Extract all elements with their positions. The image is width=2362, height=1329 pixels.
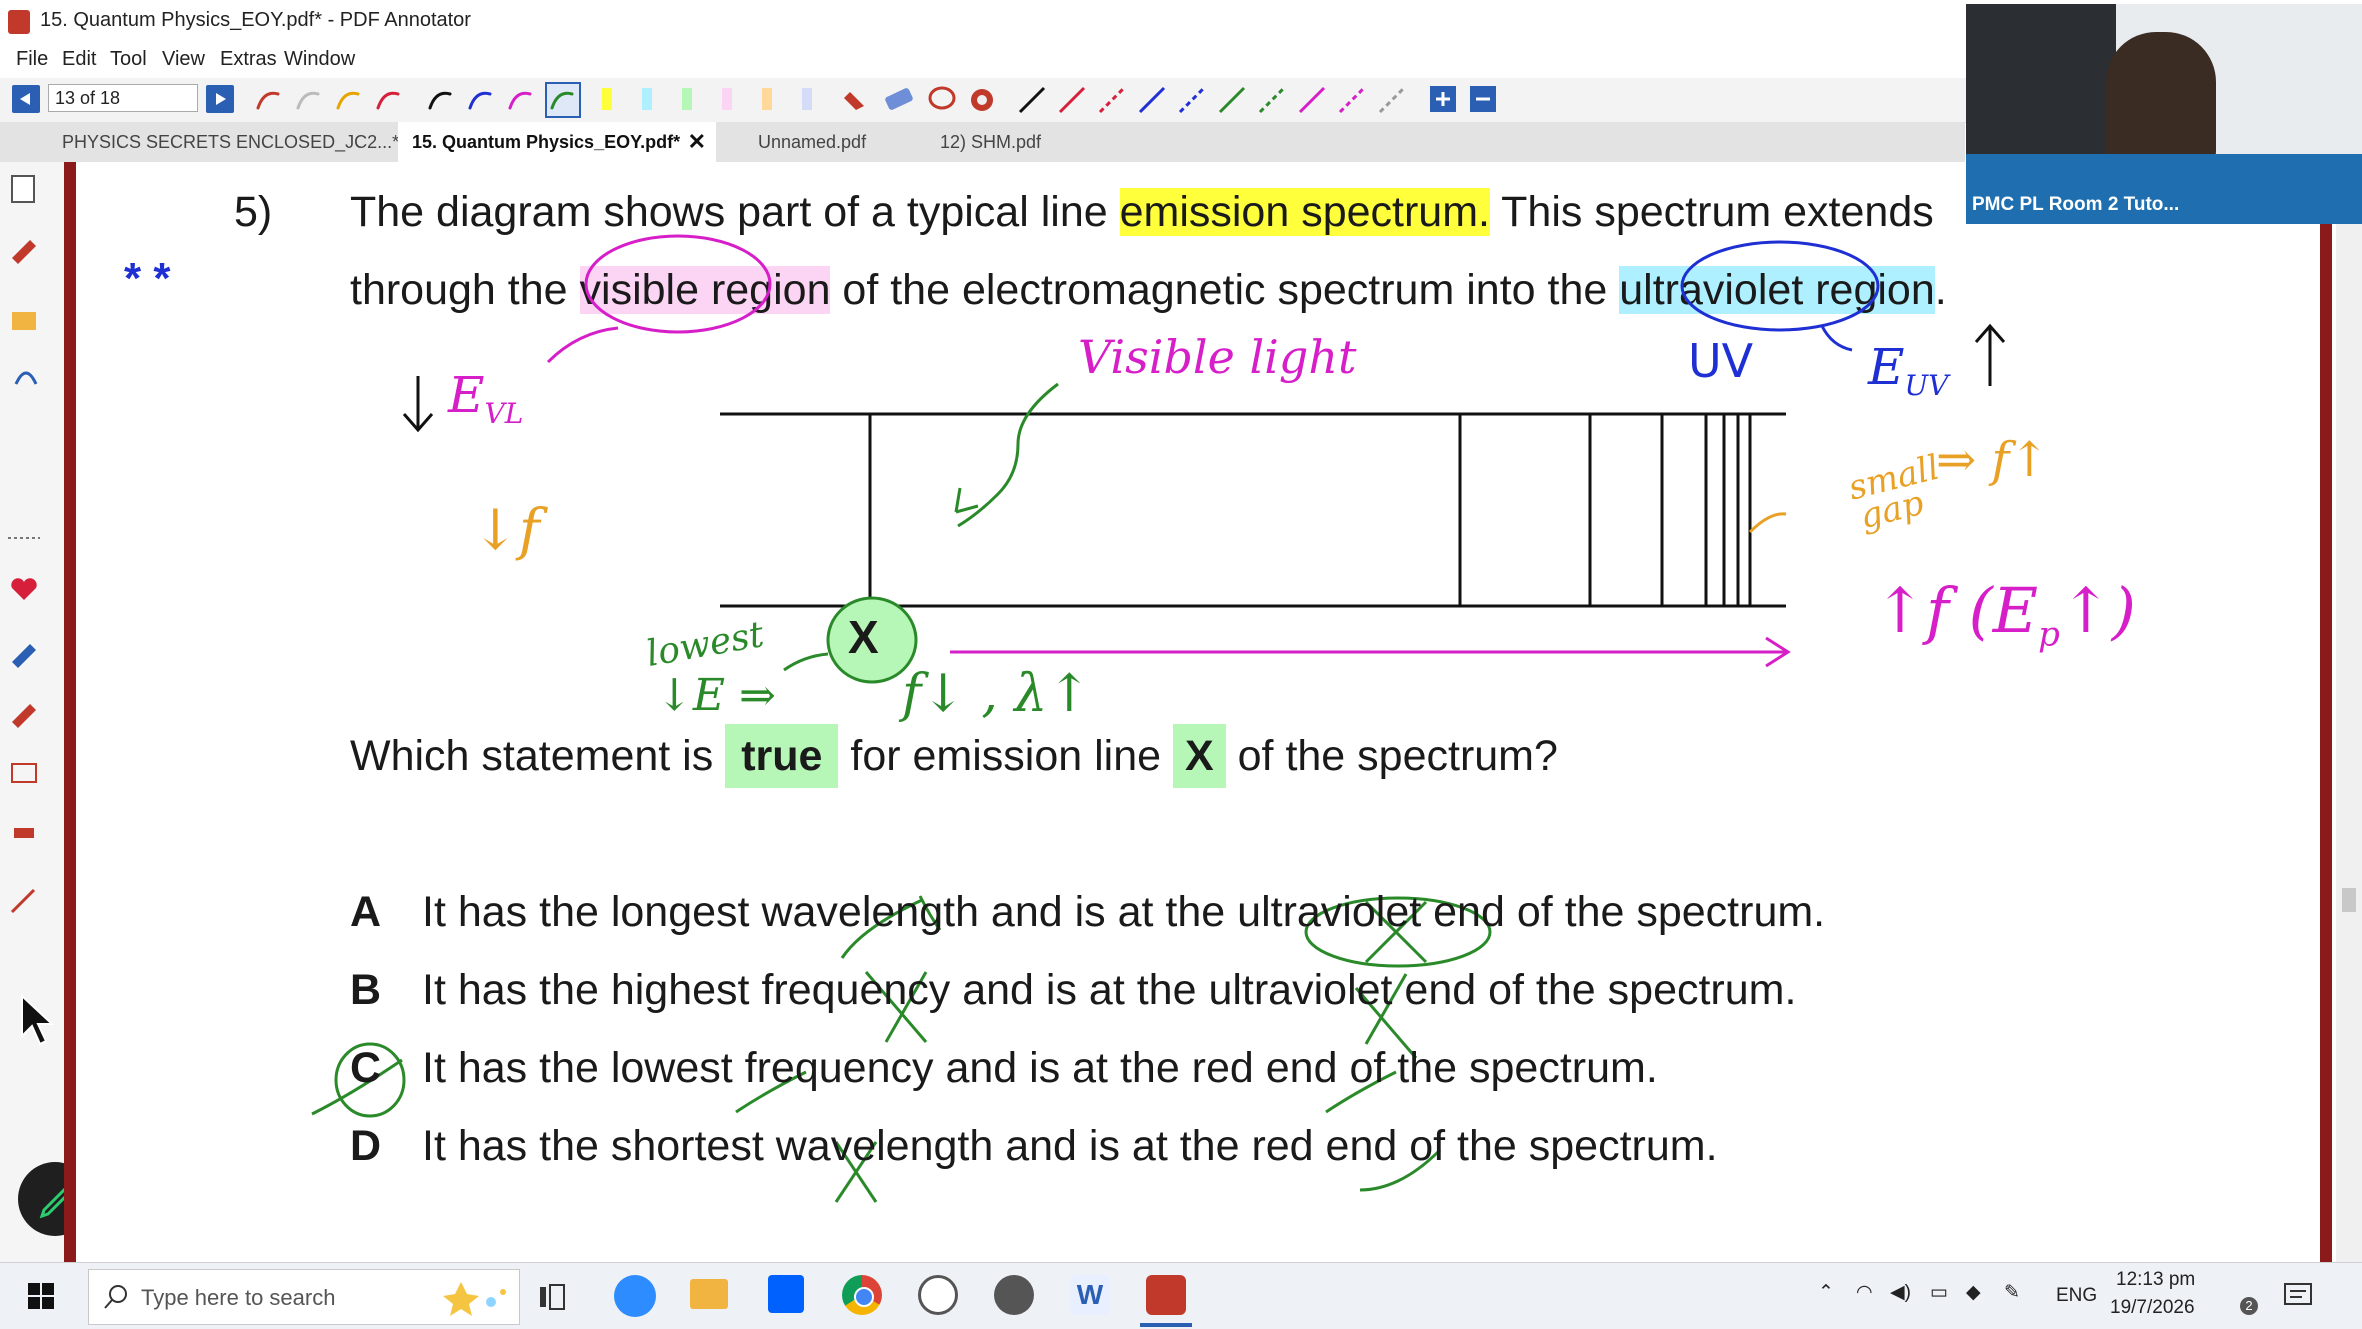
annotation-e-vl: EVL: [448, 366, 524, 430]
taskbar-search-box[interactable]: Type here to search: [88, 1269, 520, 1325]
scrollbar-thumb[interactable]: [2342, 888, 2356, 912]
option-b-text: It has the highest frequency and is at t…: [422, 966, 1797, 1014]
active-app-indicator: [1140, 1323, 1192, 1327]
vertical-scrollbar[interactable]: [2336, 162, 2362, 1262]
close-tab-icon[interactable]: ✕: [688, 122, 706, 162]
document-tab-strip: PHYSICS SECRETS ENCLOSED_JC2...* 15. Qua…: [0, 122, 1965, 162]
question-text: Which statement is: [350, 732, 726, 780]
annotation-visible-light: Visible light: [1078, 330, 1357, 384]
annotation-f-up: ⇒ f↑: [1936, 432, 2050, 488]
menu-edit[interactable]: Edit: [62, 48, 96, 71]
stamp-icon: [14, 828, 34, 838]
chrome-icon[interactable]: [842, 1275, 882, 1315]
video-call-window[interactable]: PMC PL Room 2 Tuto...: [1966, 4, 2362, 224]
pen-icon: [12, 240, 36, 264]
annotation-lowest-e: ↓E ⇒: [656, 670, 776, 721]
spectrum-diagram: [311, 234, 2006, 1203]
option-c-letter: C: [350, 1044, 382, 1092]
notification-badge: 2: [2240, 1297, 2258, 1315]
windows-taskbar: Type here to search W ⌃ ◠ ◀) ▭ ◆ ✎ ENG 1…: [0, 1262, 2362, 1329]
menu-extras[interactable]: Extras: [220, 48, 277, 71]
word-app-icon[interactable]: W: [1070, 1275, 1110, 1315]
option-d-text: It has the shortest wavelength and is at…: [422, 1122, 1718, 1170]
pen-tray-icon[interactable]: ✎: [2004, 1281, 2020, 1304]
highlight-x: X: [1173, 724, 1226, 788]
annotation-e-uv: EUV: [1868, 338, 1949, 402]
windows-start-icon[interactable]: [28, 1283, 54, 1309]
tab-label: 15. Quantum Physics_EOY.pdf*: [412, 132, 681, 152]
pdf-annotator-app-icon: [8, 10, 30, 34]
app-icon[interactable]: [994, 1275, 1034, 1315]
annotation-sidebar: [0, 162, 92, 1262]
language-indicator[interactable]: ENG: [2056, 1285, 2097, 1307]
question-text: for emission line: [838, 732, 1173, 780]
annotation-uv: UV: [1688, 334, 1754, 388]
clock-time[interactable]: 12:13 pm: [2116, 1269, 2195, 1291]
annotation-down-f: ↓f: [472, 498, 540, 563]
tab-unnamed[interactable]: Unnamed.pdf: [758, 122, 928, 162]
select-icon: [11, 175, 35, 203]
highlight-true: true: [725, 724, 839, 788]
menu-tool[interactable]: Tool: [110, 48, 147, 71]
right-page-border: [2320, 162, 2332, 1262]
menu-window[interactable]: Window: [284, 48, 355, 71]
file-explorer-icon[interactable]: [690, 1279, 728, 1309]
option-b-letter: B: [350, 966, 382, 1014]
mouse-cursor-icon: [21, 993, 55, 1046]
text-box-icon: [11, 763, 37, 783]
attach-icon: [14, 371, 38, 385]
highlighter-icon: [12, 704, 36, 728]
battery-icon[interactable]: ▭: [1930, 1281, 1948, 1304]
option-d-letter: D: [350, 1122, 382, 1170]
option-c-text: It has the lowest frequency and is at th…: [422, 1044, 1658, 1092]
line-x-label: X: [848, 611, 879, 663]
search-highlight-icon: [443, 1282, 506, 1316]
folder-icon: [12, 312, 36, 330]
search-icon: [104, 1285, 127, 1309]
marker-icon: [12, 644, 36, 668]
option-a-letter: A: [350, 888, 382, 936]
search-placeholder: Type here to search: [141, 1285, 336, 1310]
pdf-page: 5) The diagram shows part of a typical l…: [76, 162, 2326, 1262]
option-a-text: It has the longest wavelength and is at …: [422, 888, 1826, 936]
heart-icon: [11, 578, 37, 600]
tab-shm[interactable]: 12) SHM.pdf: [940, 122, 1100, 162]
video-participant-label: PMC PL Room 2 Tuto...: [1972, 194, 2180, 215]
menu-file[interactable]: File: [16, 48, 48, 71]
left-page-border: [64, 162, 76, 1262]
annotation-up-f-ep: ↑f (Ep↑): [1874, 574, 2136, 655]
question-text: of the spectrum?: [1225, 732, 1558, 780]
notifications-icon[interactable]: [2284, 1283, 2312, 1309]
dropbox-tray-icon[interactable]: ◆: [1966, 1281, 1981, 1304]
dropbox-icon[interactable]: [768, 1275, 804, 1313]
tab-physics-secrets[interactable]: PHYSICS SECRETS ENCLOSED_JC2...*: [62, 122, 399, 162]
annotation-stars: * *: [124, 254, 171, 303]
show-hidden-icons-icon[interactable]: ⌃: [1818, 1281, 1834, 1304]
zoom-app-icon[interactable]: [614, 1275, 656, 1317]
pen-tools-icon-strip[interactable]: [0, 78, 1500, 122]
annotation-f-lambda: f↓ , λ↑: [902, 664, 1091, 724]
task-view-icon[interactable]: [540, 1283, 570, 1311]
pdf-annotator-taskbar-icon[interactable]: [1146, 1275, 1186, 1315]
window-title: 15. Quantum Physics_EOY.pdf* - PDF Annot…: [40, 9, 471, 31]
question-prompt: Which statement is true for emission lin…: [350, 724, 1558, 788]
presenter-figure: [2106, 32, 2216, 172]
menu-view[interactable]: View: [162, 48, 205, 71]
clock-app-icon[interactable]: [918, 1275, 958, 1315]
line-tool-icon: [10, 888, 36, 914]
wifi-icon[interactable]: ◠: [1856, 1281, 1873, 1304]
tab-quantum-physics[interactable]: 15. Quantum Physics_EOY.pdf* ✕: [398, 122, 716, 162]
clock-date[interactable]: 19/7/2026: [2110, 1297, 2195, 1319]
volume-icon[interactable]: ◀): [1890, 1281, 1911, 1304]
